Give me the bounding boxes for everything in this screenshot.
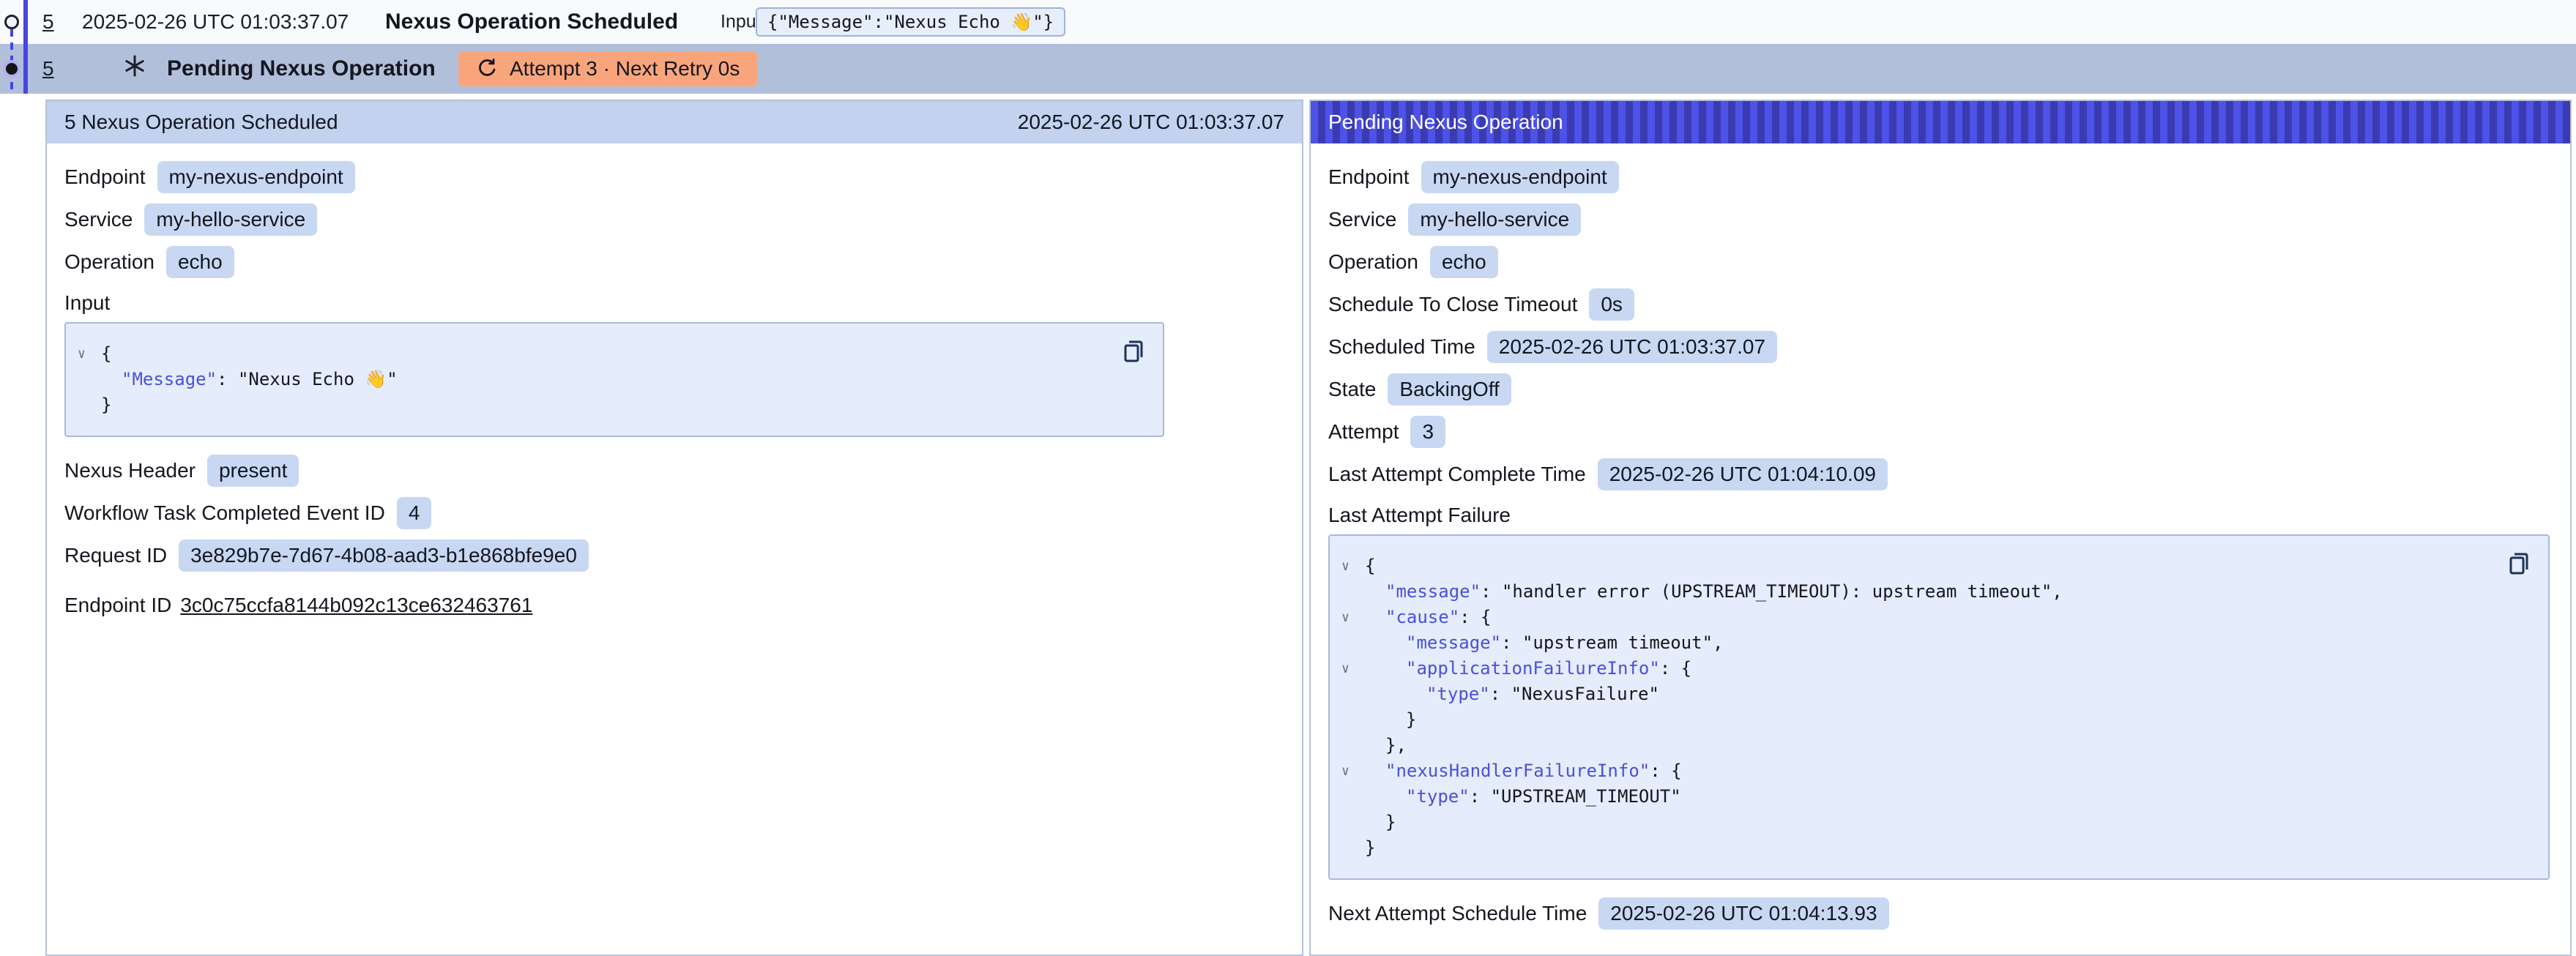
pending-event-id-link[interactable]: 5 [42,57,54,81]
retry-label: Attempt 3 · Next Retry 0s [510,57,740,81]
field-service-value: my-hello-service [1408,203,1581,236]
event-title: Nexus Operation Scheduled [385,10,678,34]
field-wft-completed-event-id: Workflow Task Completed Event ID4 [64,497,1284,529]
field-service-value: my-hello-service [144,203,317,236]
field-endpoint-value: my-nexus-endpoint [1421,161,1619,193]
endpoint-id-link[interactable]: 3c0c75ccfa8144b092c13ce632463761 [180,594,532,616]
event-timestamp: 2025-02-26 UTC 01:03:37.07 [82,10,349,34]
input-code-block: ∨{"Message": "Nexus Echo 👋"} [64,322,1164,437]
field-last-attempt-complete-time: Last Attempt Complete Time2025-02-26 UTC… [1328,458,2553,490]
failure-json[interactable]: ∨{"message": "handler error (UPSTREAM_TI… [1341,553,2490,861]
field-operation-value: echo [166,246,234,278]
field-operation: Operationecho [64,246,1284,278]
field-endpoint-value: my-nexus-endpoint [157,161,355,193]
field-request-id: Request ID3e829b7e-7d67-4b08-aad3-b1e868… [64,539,1284,572]
failure-code-block: ∨{"message": "handler error (UPSTREAM_TI… [1328,534,2550,880]
pending-title: Pending Nexus Operation [167,56,436,81]
field-attempt: Attempt3 [1328,416,2553,448]
scheduled-panel-timestamp: 2025-02-26 UTC 01:03:37.07 [1018,111,1284,134]
field-state-value: BackingOff [1388,373,1511,406]
input-section-label: Input [64,291,1284,315]
field-next-attempt-schedule-time: Next Attempt Schedule Time2025-02-26 UTC… [1328,897,2553,930]
field-wft-completed-event-id-value: 4 [397,497,432,529]
field-nexus-header-value: present [207,455,299,487]
field-endpoint: Endpointmy-nexus-endpoint [1328,161,2553,193]
scheduled-event-panel: 5 Nexus Operation Scheduled 2025-02-26 U… [45,100,1303,956]
field-schedule-to-close-timeout-value: 0s [1589,288,1634,321]
field-endpoint: Endpointmy-nexus-endpoint [64,161,1284,193]
field-attempt-value: 3 [1410,416,1445,448]
event-history-rows: 5 2025-02-26 UTC 01:03:37.07 Nexus Opera… [0,0,2576,94]
field-operation: Operationecho [1328,246,2553,278]
timeline-active-bar [23,0,28,94]
event-id-link[interactable]: 5 [42,10,54,34]
timeline-current-marker-icon [3,60,21,78]
field-state: StateBackingOff [1328,373,2553,406]
pending-panel-header: Pending Nexus Operation [1311,101,2570,143]
scheduled-panel-title: 5 Nexus Operation Scheduled [64,111,338,134]
pending-panel-title: Pending Nexus Operation [1328,111,1563,134]
pending-asterisk-icon [123,54,146,83]
field-service: Servicemy-hello-service [1328,203,2553,236]
field-scheduled-time: Scheduled Time2025-02-26 UTC 01:03:37.07 [1328,331,2553,363]
field-last-attempt-complete-time-value: 2025-02-26 UTC 01:04:10.09 [1598,458,1888,490]
input-json[interactable]: ∨{"Message": "Nexus Echo 👋"} [78,341,1104,418]
copy-icon[interactable] [2506,548,2532,577]
temporal-event-history-view: 5 2025-02-26 UTC 01:03:37.07 Nexus Opera… [0,0,2576,956]
field-scheduled-time-value: 2025-02-26 UTC 01:03:37.07 [1487,331,1777,363]
field-nexus-header: Nexus Headerpresent [64,455,1284,487]
scheduled-panel-header: 5 Nexus Operation Scheduled 2025-02-26 U… [47,101,1302,143]
field-request-id-value: 3e829b7e-7d67-4b08-aad3-b1e868bfe9e0 [179,539,589,572]
field-service: Servicemy-hello-service [64,203,1284,236]
event-input-chip[interactable]: {"Message":"Nexus Echo 👋"} [756,7,1065,37]
detail-panels: 5 Nexus Operation Scheduled 2025-02-26 U… [0,100,2576,956]
copy-icon[interactable] [1120,335,1147,365]
field-operation-value: echo [1430,246,1498,278]
event-row-pending[interactable]: 5 Pending Nexus Operation Attempt 3 · Ne… [0,44,2576,94]
field-next-attempt-schedule-time-value: 2025-02-26 UTC 01:04:13.93 [1598,897,1888,930]
field-schedule-to-close-timeout: Schedule To Close Timeout0s [1328,288,2553,321]
retry-status-badge: Attempt 3 · Next Retry 0s [458,51,757,86]
pending-operation-panel: Pending Nexus Operation Endpointmy-nexus… [1309,100,2572,956]
failure-section-label: Last Attempt Failure [1328,504,2553,527]
field-endpoint-id: Endpoint ID3c0c75ccfa8144b092c13ce632463… [64,589,1284,621]
event-row-scheduled[interactable]: 5 2025-02-26 UTC 01:03:37.07 Nexus Opera… [0,0,2576,44]
timeline-open-marker-icon [4,15,19,29]
retry-icon [476,58,498,80]
